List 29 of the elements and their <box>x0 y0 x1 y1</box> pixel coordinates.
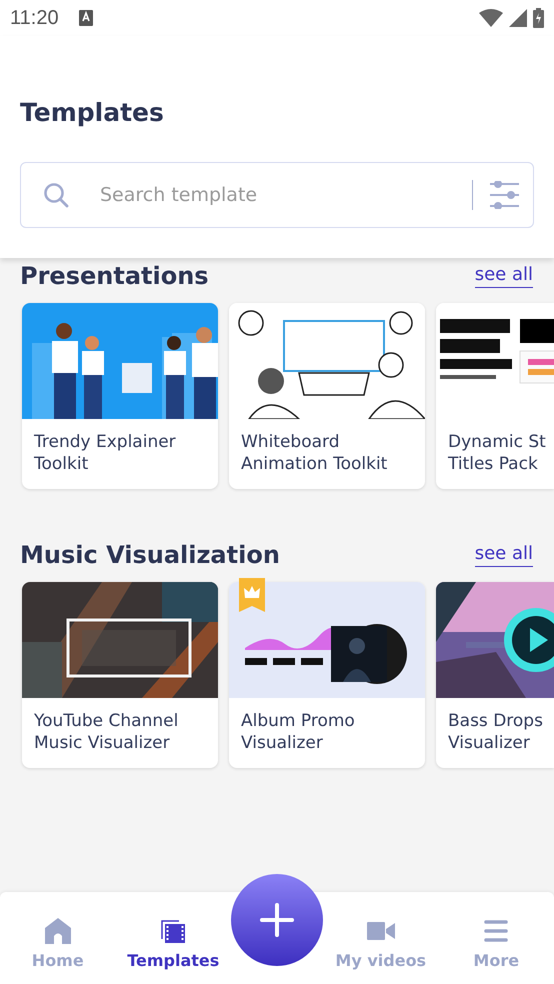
template-card[interactable]: Dynamic St Titles Pack <box>436 303 554 489</box>
card-title: Whiteboard Animation Toolkit <box>240 431 388 475</box>
see-all-link[interactable]: see all <box>474 543 533 567</box>
card-title: Bass Drops Visualizer <box>447 710 544 754</box>
keyboard-icon <box>78 10 93 26</box>
status-time: 11:20 <box>10 6 59 30</box>
wifi-icon <box>479 9 503 27</box>
see-all-link[interactable]: see all <box>474 264 533 288</box>
card-title: Dynamic St Titles Pack <box>447 431 547 475</box>
search-field[interactable]: Search template <box>20 162 534 228</box>
plus-icon <box>259 902 295 938</box>
section-title: Presentations <box>20 262 209 290</box>
section-title: Music Visualization <box>20 541 280 569</box>
signal-icon <box>509 9 527 27</box>
nav-tab[interactable]: Templates <box>116 906 231 970</box>
video-camera-icon <box>366 922 395 940</box>
card-title: Trendy Explainer Toolkit <box>33 431 177 475</box>
template-card[interactable]: YouTube Channel Music Visualizer <box>22 582 218 768</box>
card-title: YouTube Channel Music Visualizer <box>33 710 180 754</box>
template-card[interactable]: Trendy Explainer Toolkit <box>22 303 218 489</box>
template-card[interactable]: Whiteboard Animation Toolkit <box>229 303 425 489</box>
search-icon <box>43 182 69 208</box>
page-title: Templates <box>20 97 165 129</box>
card-title: Album Promo Visualizer <box>240 710 356 754</box>
home-icon <box>44 918 71 944</box>
template-card[interactable]: Bass Drops Visualizer <box>436 582 554 768</box>
battery-icon <box>533 8 544 28</box>
menu-icon <box>484 920 508 942</box>
film-icon <box>161 918 186 942</box>
